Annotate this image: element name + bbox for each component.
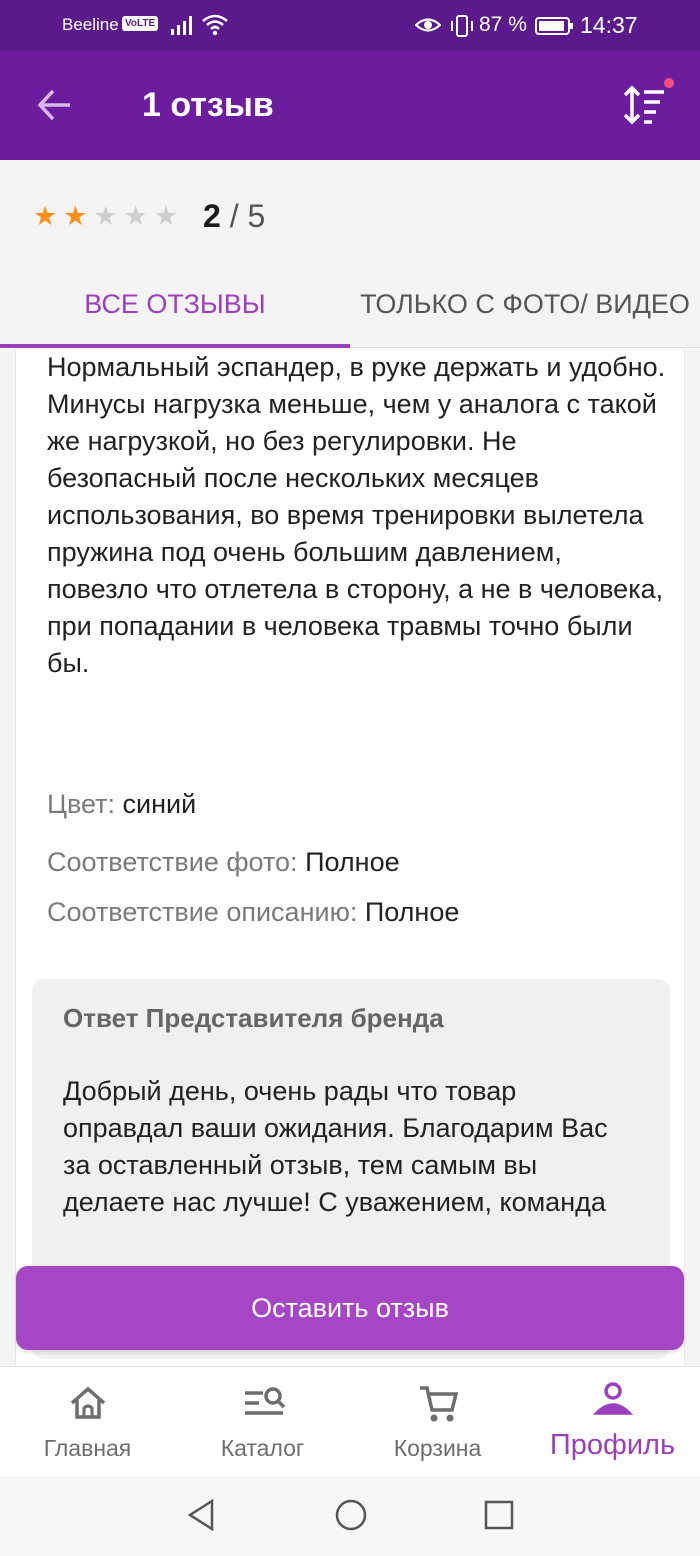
vibrate-icon: [451, 15, 473, 37]
attribute-value: синий: [122, 789, 197, 819]
review-list[interactable]: Нормальный эспандер, в руке держать и уд…: [0, 349, 700, 1366]
rating-score: 2 / 5: [203, 198, 265, 235]
star-empty-icon: ★: [123, 201, 148, 231]
nav-item-catalog[interactable]: Каталог: [175, 1367, 350, 1477]
nav-item-home[interactable]: Главная: [0, 1367, 175, 1477]
review-tabs: Все отзывы Только с фото/ видео: [0, 260, 700, 348]
nav-label: Корзина: [393, 1435, 482, 1461]
star-empty-icon: ★: [93, 201, 118, 231]
arrow-left-icon: [37, 89, 70, 121]
eye-icon: [415, 18, 441, 32]
wifi-icon: [202, 14, 228, 36]
signal-icon: [171, 16, 192, 35]
brand-reply-text: Добрый день, очень рады что товар оправд…: [63, 1076, 608, 1217]
nav-item-cart[interactable]: Корзина: [350, 1367, 525, 1477]
status-bar: Beeline VoLTE 87 % 14:37: [0, 0, 700, 50]
rating-max: 5: [247, 198, 266, 234]
catalog-search-icon: [245, 1387, 286, 1415]
nav-item-profile[interactable]: Профиль: [525, 1367, 700, 1477]
active-tab-indicator: [0, 344, 350, 348]
review-text: Нормальный эспандер, в руке держать и уд…: [47, 352, 666, 678]
attribute-key: Соответствие описанию:: [47, 897, 358, 927]
attribute-value: Полное: [364, 897, 460, 927]
rating-separator: /: [220, 198, 248, 234]
back-triangle-icon[interactable]: [186, 1498, 216, 1532]
rating-stars: ★ ★ ★ ★ ★: [33, 203, 178, 230]
nav-label: Каталог: [220, 1435, 305, 1461]
home-icon: [70, 1386, 106, 1419]
nav-label: Профиль: [549, 1429, 676, 1461]
star-empty-icon: ★: [153, 201, 179, 231]
page-title: 1 отзыв: [142, 86, 274, 124]
review-attribute-photo-match: Соответствие фото: Полное: [47, 847, 400, 878]
attribute-value: Полное: [305, 847, 400, 877]
attribute-key: Цвет:: [47, 789, 116, 819]
star-filled-icon: ★: [63, 201, 88, 231]
carrier-name: Beeline: [62, 15, 119, 34]
battery-percent: 87 %: [479, 13, 527, 36]
recents-square-icon[interactable]: [484, 1498, 514, 1532]
brand-reply-title: Ответ Представителя бренда: [63, 1003, 444, 1033]
review-card: Нормальный эспандер, в руке держать и уд…: [15, 349, 685, 1366]
rating-summary: ★ ★ ★ ★ ★ 2 / 5: [0, 160, 700, 260]
clock: 14:37: [580, 12, 638, 38]
review-attribute-color: Цвет: синий: [47, 789, 196, 820]
app-bar: 1 отзыв: [0, 50, 700, 160]
star-filled-icon: ★: [33, 201, 58, 231]
tab-photo-video[interactable]: Только с фото/ видео: [350, 260, 700, 348]
cart-icon: [420, 1386, 459, 1422]
leave-review-button[interactable]: Оставить отзыв: [16, 1266, 684, 1350]
profile-icon: [593, 1382, 633, 1415]
nav-label: Главная: [43, 1435, 132, 1461]
sort-badge-dot: [664, 78, 674, 88]
system-navigation-bar: [0, 1476, 700, 1556]
attribute-key: Соответствие фото:: [47, 847, 298, 877]
review-attribute-description-match: Соответствие описанию: Полное: [47, 897, 459, 928]
back-button[interactable]: [30, 80, 80, 130]
battery-icon: [535, 17, 573, 35]
bottom-navigation: Главная Каталог Корзина Профиль: [0, 1366, 700, 1476]
volte-badge: VoLTE: [122, 16, 159, 31]
rating-value: 2: [203, 198, 221, 234]
home-circle-icon[interactable]: [334, 1498, 368, 1532]
tab-all-reviews[interactable]: Все отзывы: [0, 260, 350, 348]
